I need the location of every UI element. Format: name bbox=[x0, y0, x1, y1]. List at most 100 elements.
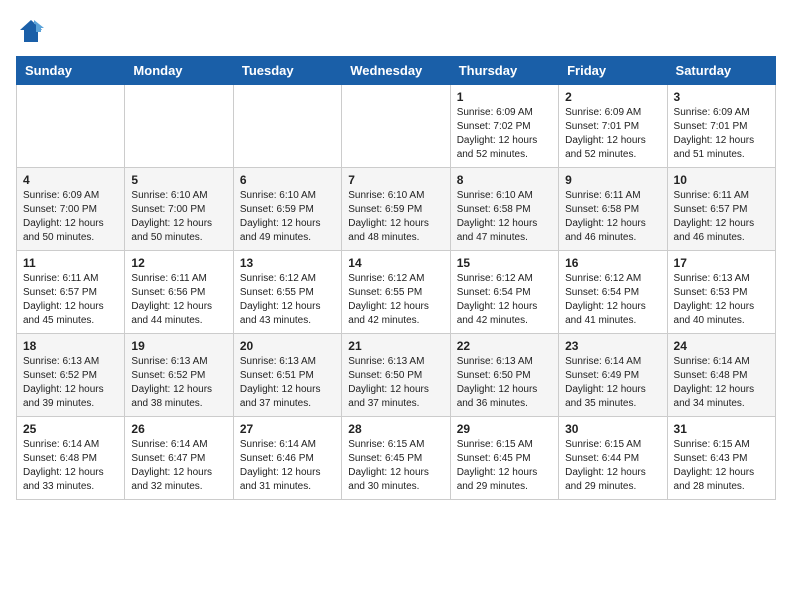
calendar-cell: 24 Sunrise: 6:14 AM Sunset: 6:48 PM Dayli… bbox=[667, 334, 775, 417]
day-number: 11 bbox=[23, 256, 118, 270]
day-info: Sunrise: 6:14 AM Sunset: 6:49 PM Dayligh… bbox=[565, 355, 660, 411]
day-info: Sunrise: 6:10 AM Sunset: 6:59 PM Dayligh… bbox=[240, 189, 335, 245]
header-wednesday: Wednesday bbox=[342, 57, 450, 85]
day-info: Sunrise: 6:13 AM Sunset: 6:51 PM Dayligh… bbox=[240, 355, 335, 411]
day-number: 1 bbox=[457, 90, 552, 104]
day-number: 23 bbox=[565, 339, 660, 353]
calendar-cell: 11 Sunrise: 6:11 AM Sunset: 6:57 PM Dayli… bbox=[17, 251, 125, 334]
day-number: 8 bbox=[457, 173, 552, 187]
calendar-week-row: 11 Sunrise: 6:11 AM Sunset: 6:57 PM Dayli… bbox=[17, 251, 776, 334]
day-info: Sunrise: 6:13 AM Sunset: 6:50 PM Dayligh… bbox=[457, 355, 552, 411]
calendar-week-row: 4Sunrise: 6:09 AM Sunset: 7:00 PM Daylig… bbox=[17, 168, 776, 251]
day-number: 7 bbox=[348, 173, 443, 187]
calendar-table: SundayMondayTuesdayWednesdayThursdayFrid… bbox=[16, 56, 776, 500]
day-info: Sunrise: 6:14 AM Sunset: 6:48 PM Dayligh… bbox=[23, 438, 118, 494]
calendar-cell: 12 Sunrise: 6:11 AM Sunset: 6:56 PM Dayli… bbox=[125, 251, 233, 334]
calendar-cell: 7 Sunrise: 6:10 AM Sunset: 6:59 PM Daylig… bbox=[342, 168, 450, 251]
header-sunday: Sunday bbox=[17, 57, 125, 85]
calendar-cell bbox=[342, 85, 450, 168]
calendar-week-row: 1 Sunrise: 6:09 AM Sunset: 7:02 PM Daylig… bbox=[17, 85, 776, 168]
day-number: 4 bbox=[23, 173, 118, 187]
calendar-week-row: 18 Sunrise: 6:13 AM Sunset: 6:52 PM Dayli… bbox=[17, 334, 776, 417]
calendar-cell: 27 Sunrise: 6:14 AM Sunset: 6:46 PM Dayli… bbox=[233, 417, 341, 500]
header-friday: Friday bbox=[559, 57, 667, 85]
day-number: 21 bbox=[348, 339, 443, 353]
calendar-cell: 25 Sunrise: 6:14 AM Sunset: 6:48 PM Dayli… bbox=[17, 417, 125, 500]
calendar-cell: 8 Sunrise: 6:10 AM Sunset: 6:58 PM Daylig… bbox=[450, 168, 558, 251]
calendar-cell: 18Sunrise: 6:13 AM Sunset: 6:52 PM Dayli… bbox=[17, 334, 125, 417]
day-info: Sunrise: 6:11 AM Sunset: 6:57 PM Dayligh… bbox=[674, 189, 769, 245]
day-number: 13 bbox=[240, 256, 335, 270]
calendar-cell: 13 Sunrise: 6:12 AM Sunset: 6:55 PM Dayli… bbox=[233, 251, 341, 334]
calendar-cell bbox=[233, 85, 341, 168]
calendar-cell: 10 Sunrise: 6:11 AM Sunset: 6:57 PM Dayli… bbox=[667, 168, 775, 251]
day-info: Sunrise: 6:13 AM Sunset: 6:53 PM Dayligh… bbox=[674, 272, 769, 328]
calendar-cell bbox=[17, 85, 125, 168]
day-info: Sunrise: 6:11 AM Sunset: 6:56 PM Dayligh… bbox=[131, 272, 226, 328]
day-info: Sunrise: 6:15 AM Sunset: 6:45 PM Dayligh… bbox=[348, 438, 443, 494]
day-number: 12 bbox=[131, 256, 226, 270]
day-number: 18 bbox=[23, 339, 118, 353]
header-thursday: Thursday bbox=[450, 57, 558, 85]
day-number: 2 bbox=[565, 90, 660, 104]
day-info: Sunrise: 6:10 AM Sunset: 6:59 PM Dayligh… bbox=[348, 189, 443, 245]
calendar-cell: 4Sunrise: 6:09 AM Sunset: 7:00 PM Daylig… bbox=[17, 168, 125, 251]
day-number: 31 bbox=[674, 422, 769, 436]
calendar-cell: 21 Sunrise: 6:13 AM Sunset: 6:50 PM Dayli… bbox=[342, 334, 450, 417]
day-number: 27 bbox=[240, 422, 335, 436]
calendar-cell: 28 Sunrise: 6:15 AM Sunset: 6:45 PM Dayli… bbox=[342, 417, 450, 500]
day-number: 25 bbox=[23, 422, 118, 436]
day-info: Sunrise: 6:11 AM Sunset: 6:58 PM Dayligh… bbox=[565, 189, 660, 245]
day-info: Sunrise: 6:12 AM Sunset: 6:54 PM Dayligh… bbox=[457, 272, 552, 328]
calendar-cell: 22 Sunrise: 6:13 AM Sunset: 6:50 PM Dayli… bbox=[450, 334, 558, 417]
header-monday: Monday bbox=[125, 57, 233, 85]
day-info: Sunrise: 6:12 AM Sunset: 6:54 PM Dayligh… bbox=[565, 272, 660, 328]
day-number: 26 bbox=[131, 422, 226, 436]
calendar-cell: 9Sunrise: 6:11 AM Sunset: 6:58 PM Daylig… bbox=[559, 168, 667, 251]
calendar-cell bbox=[125, 85, 233, 168]
header-saturday: Saturday bbox=[667, 57, 775, 85]
calendar-cell: 5Sunrise: 6:10 AM Sunset: 7:00 PM Daylig… bbox=[125, 168, 233, 251]
calendar-cell: 29 Sunrise: 6:15 AM Sunset: 6:45 PM Dayli… bbox=[450, 417, 558, 500]
day-info: Sunrise: 6:13 AM Sunset: 6:50 PM Dayligh… bbox=[348, 355, 443, 411]
day-number: 19 bbox=[131, 339, 226, 353]
calendar-week-row: 25 Sunrise: 6:14 AM Sunset: 6:48 PM Dayli… bbox=[17, 417, 776, 500]
day-number: 3 bbox=[674, 90, 769, 104]
calendar-cell: 23 Sunrise: 6:14 AM Sunset: 6:49 PM Dayli… bbox=[559, 334, 667, 417]
day-info: Sunrise: 6:12 AM Sunset: 6:55 PM Dayligh… bbox=[240, 272, 335, 328]
calendar-cell: 6 Sunrise: 6:10 AM Sunset: 6:59 PM Daylig… bbox=[233, 168, 341, 251]
day-number: 17 bbox=[674, 256, 769, 270]
calendar-cell: 17 Sunrise: 6:13 AM Sunset: 6:53 PM Dayli… bbox=[667, 251, 775, 334]
calendar-header-row: SundayMondayTuesdayWednesdayThursdayFrid… bbox=[17, 57, 776, 85]
calendar-cell: 30Sunrise: 6:15 AM Sunset: 6:44 PM Dayli… bbox=[559, 417, 667, 500]
day-number: 29 bbox=[457, 422, 552, 436]
day-number: 16 bbox=[565, 256, 660, 270]
calendar-cell: 15 Sunrise: 6:12 AM Sunset: 6:54 PM Dayli… bbox=[450, 251, 558, 334]
day-info: Sunrise: 6:14 AM Sunset: 6:48 PM Dayligh… bbox=[674, 355, 769, 411]
calendar-cell: 14 Sunrise: 6:12 AM Sunset: 6:55 PM Dayli… bbox=[342, 251, 450, 334]
calendar-cell: 16 Sunrise: 6:12 AM Sunset: 6:54 PM Dayli… bbox=[559, 251, 667, 334]
calendar-cell: 2Sunrise: 6:09 AM Sunset: 7:01 PM Daylig… bbox=[559, 85, 667, 168]
day-number: 22 bbox=[457, 339, 552, 353]
page-header bbox=[16, 16, 776, 46]
day-number: 15 bbox=[457, 256, 552, 270]
day-info: Sunrise: 6:11 AM Sunset: 6:57 PM Dayligh… bbox=[23, 272, 118, 328]
day-number: 28 bbox=[348, 422, 443, 436]
day-number: 20 bbox=[240, 339, 335, 353]
day-info: Sunrise: 6:10 AM Sunset: 7:00 PM Dayligh… bbox=[131, 189, 226, 245]
day-info: Sunrise: 6:15 AM Sunset: 6:45 PM Dayligh… bbox=[457, 438, 552, 494]
day-number: 24 bbox=[674, 339, 769, 353]
day-info: Sunrise: 6:14 AM Sunset: 6:46 PM Dayligh… bbox=[240, 438, 335, 494]
logo bbox=[16, 16, 50, 46]
day-info: Sunrise: 6:15 AM Sunset: 6:43 PM Dayligh… bbox=[674, 438, 769, 494]
day-info: Sunrise: 6:14 AM Sunset: 6:47 PM Dayligh… bbox=[131, 438, 226, 494]
day-info: Sunrise: 6:10 AM Sunset: 6:58 PM Dayligh… bbox=[457, 189, 552, 245]
day-number: 6 bbox=[240, 173, 335, 187]
calendar-cell: 19 Sunrise: 6:13 AM Sunset: 6:52 PM Dayli… bbox=[125, 334, 233, 417]
day-info: Sunrise: 6:12 AM Sunset: 6:55 PM Dayligh… bbox=[348, 272, 443, 328]
day-info: Sunrise: 6:13 AM Sunset: 6:52 PM Dayligh… bbox=[131, 355, 226, 411]
calendar-cell: 20 Sunrise: 6:13 AM Sunset: 6:51 PM Dayli… bbox=[233, 334, 341, 417]
day-info: Sunrise: 6:09 AM Sunset: 7:02 PM Dayligh… bbox=[457, 106, 552, 162]
day-number: 10 bbox=[674, 173, 769, 187]
day-number: 14 bbox=[348, 256, 443, 270]
